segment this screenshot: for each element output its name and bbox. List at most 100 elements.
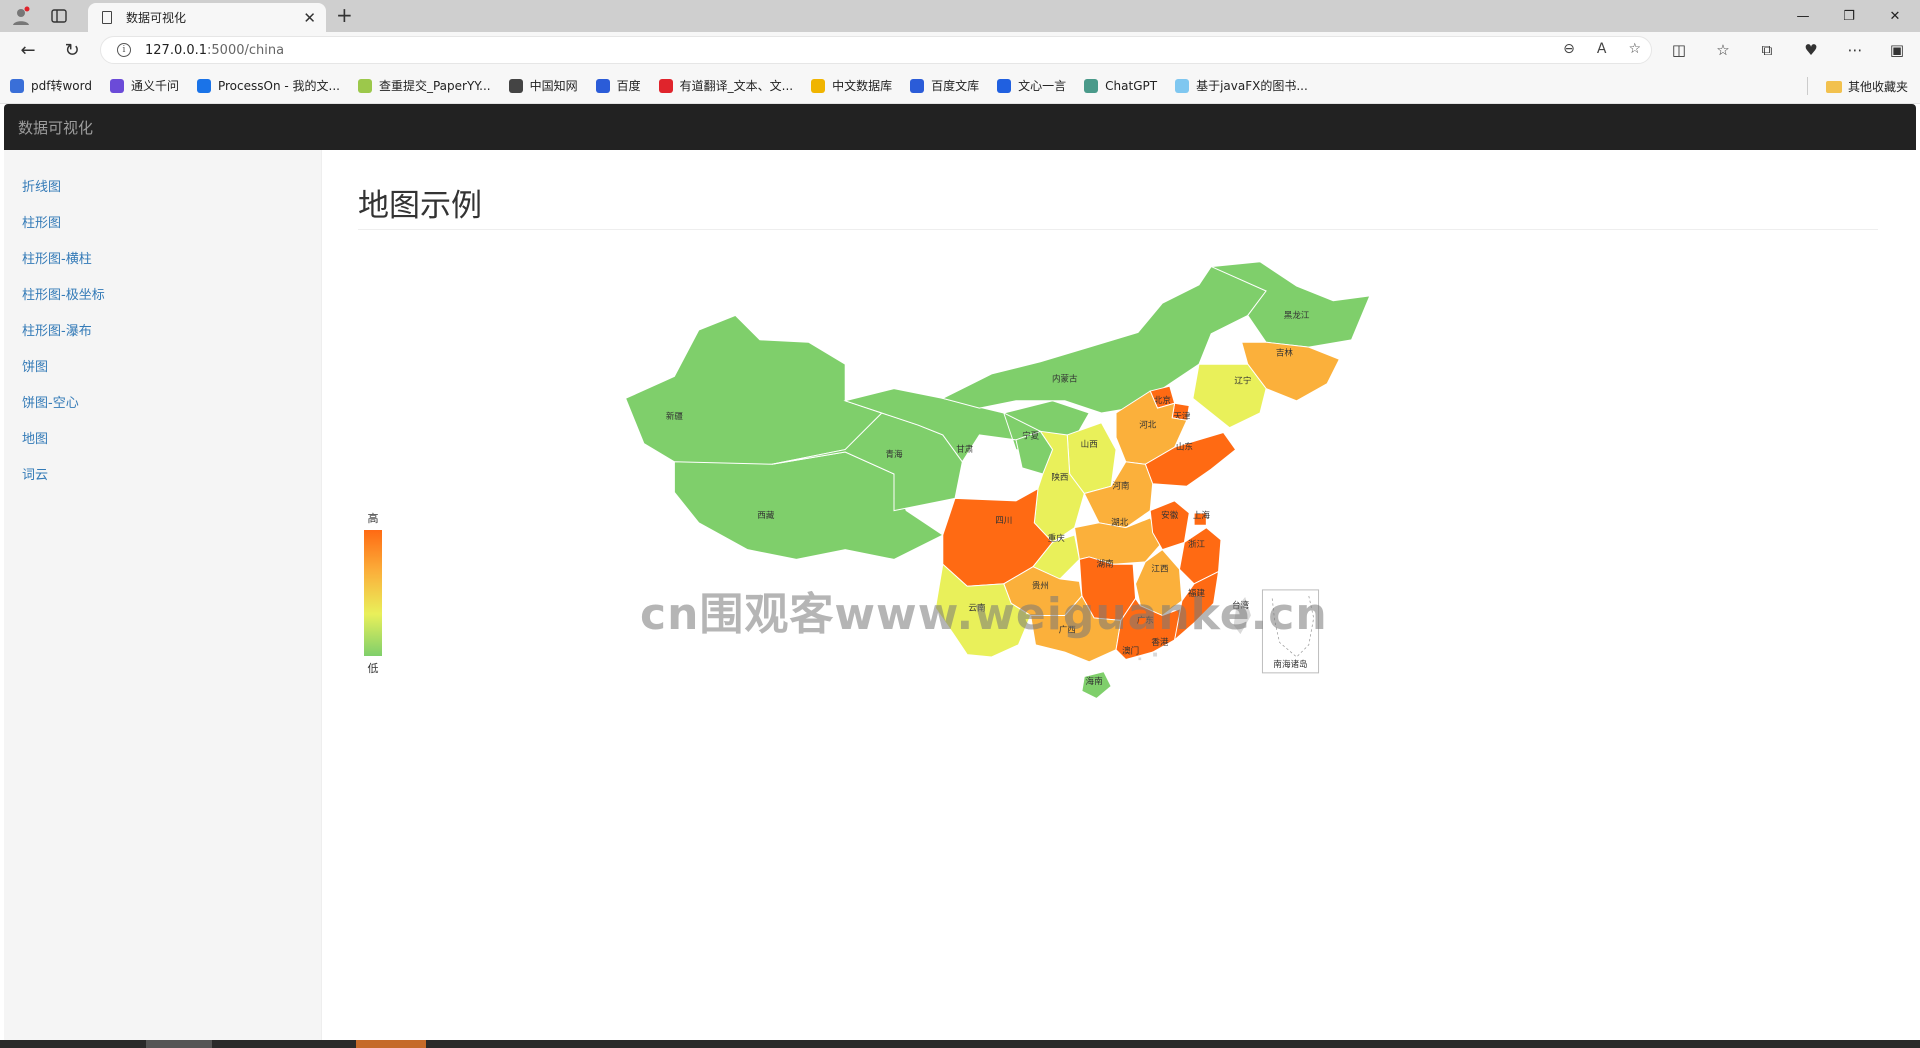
bookmark-item[interactable]: 基于javaFX的图书... bbox=[1175, 77, 1308, 94]
bookmark-item[interactable]: 有道翻译_文本、文... bbox=[658, 77, 794, 94]
minimize-icon[interactable]: — bbox=[1780, 0, 1826, 32]
sidebar-link[interactable]: 柱形图-瀑布 bbox=[4, 314, 321, 350]
map-region-label: 河南 bbox=[1112, 480, 1130, 492]
sidebar-toggle-icon[interactable]: ▣ bbox=[1886, 40, 1908, 60]
china-map-chart[interactable]: 新疆 西藏 青海 甘肃 内蒙古 黑龙江 吉林 辽宁 宁夏 山西 陕西 北京 天津 河北 山东 河南 四川 重庆 湖北… bbox=[322, 230, 1916, 730]
favorites-icon[interactable]: ☆ bbox=[1712, 40, 1734, 60]
sidebar-link[interactable]: 地图 bbox=[4, 422, 321, 458]
visual-map-high-label: 高 bbox=[368, 511, 379, 525]
paperyy-logo-icon bbox=[357, 78, 372, 93]
map-region[interactable] bbox=[1192, 363, 1267, 429]
bookmark-item[interactable]: 中国知网 bbox=[508, 77, 578, 94]
bookmark-label: 有道翻译_文本、文... bbox=[679, 79, 794, 93]
zoom-icon[interactable]: ⊖ bbox=[1563, 41, 1575, 57]
map-region[interactable] bbox=[1152, 651, 1159, 658]
bookmark-item[interactable]: ChatGPT bbox=[1084, 78, 1158, 93]
bookmark-item[interactable]: 百度 bbox=[595, 77, 641, 94]
map-region-label: 湖南 bbox=[1097, 558, 1115, 570]
page-header: 地图示例 bbox=[358, 180, 1878, 230]
map-region-label: 宁夏 bbox=[1022, 430, 1040, 442]
wenxin-logo-icon bbox=[997, 78, 1012, 93]
bookmark-label: pdf转word bbox=[31, 79, 92, 93]
read-aloud-icon[interactable]: A bbox=[1597, 41, 1607, 57]
bookmark-label: ProcessOn - 我的文... bbox=[217, 79, 340, 93]
page-title: 地图示例 bbox=[358, 188, 482, 224]
sidebar-link[interactable]: 饼图-空心 bbox=[4, 386, 321, 422]
address-bar[interactable]: i 127.0.0.1:5000/china ⊖ A ☆ bbox=[100, 36, 1652, 64]
map-region[interactable] bbox=[624, 314, 883, 470]
close-tab-icon[interactable]: ✕ bbox=[303, 9, 316, 27]
map-region-label: 青海 bbox=[885, 448, 903, 460]
bookmark-label: ChatGPT bbox=[1105, 78, 1158, 93]
baidu-wenku-logo-icon bbox=[910, 78, 925, 93]
browser-tab-active[interactable]: 数据可视化 ✕ bbox=[88, 3, 326, 32]
bookmark-label: 文心一言 bbox=[1018, 79, 1067, 93]
map-region-label: 海南 bbox=[1086, 675, 1104, 687]
map-region-label: 山东 bbox=[1176, 441, 1194, 453]
cnki-logo-icon bbox=[508, 78, 523, 93]
pdf-logo-icon bbox=[10, 78, 24, 93]
sidebar-link[interactable]: 柱形图-极坐标 bbox=[4, 278, 321, 314]
sidebar-link[interactable]: 柱形图 bbox=[4, 206, 321, 242]
bookmarks-separator bbox=[1807, 77, 1808, 95]
brand-title[interactable]: 数据可视化 bbox=[18, 117, 93, 138]
more-menu-icon[interactable]: ⋯ bbox=[1844, 40, 1866, 60]
youdao-logo-icon bbox=[658, 78, 673, 93]
map-region-label: 上海 bbox=[1193, 509, 1211, 521]
bookmark-item[interactable]: pdf转word bbox=[10, 77, 92, 94]
restore-icon[interactable]: ❐ bbox=[1826, 0, 1872, 32]
top-navbar: 数据可视化 bbox=[4, 104, 1916, 150]
taskbar-item-active[interactable] bbox=[356, 1040, 426, 1048]
new-tab-icon[interactable]: + bbox=[336, 3, 353, 27]
bookmark-item[interactable]: 通义千问 bbox=[109, 77, 179, 94]
tab-actions-icon[interactable] bbox=[46, 4, 72, 28]
profile-icon[interactable] bbox=[8, 4, 34, 28]
document-icon bbox=[102, 11, 112, 24]
map-region-label: 吉林 bbox=[1276, 347, 1294, 359]
back-arrow-icon[interactable]: ← bbox=[16, 39, 40, 61]
map-region-label: 西藏 bbox=[757, 509, 775, 521]
map-region-label: 四川 bbox=[995, 516, 1012, 526]
web-page: 数据可视化 折线图 柱形图 柱形图-横柱 柱形图-极坐标 柱形图-瀑布 饼图 饼图-空心 地图… bbox=[4, 104, 1916, 1040]
bookmark-label: 通义千问 bbox=[130, 79, 179, 93]
map-region[interactable] bbox=[1137, 656, 1143, 662]
os-taskbar bbox=[0, 1040, 1920, 1048]
address-toolbar: ← ↻ i 127.0.0.1:5000/china ⊖ A ☆ ◫ ☆ ⧉ ♥… bbox=[0, 32, 1920, 68]
collections-icon[interactable]: ⧉ bbox=[1756, 40, 1778, 60]
map-region-label: 澳门 bbox=[1122, 644, 1139, 656]
taskbar-item[interactable] bbox=[146, 1040, 212, 1048]
map-region-label: 江西 bbox=[1151, 564, 1168, 575]
processon-logo-icon bbox=[196, 78, 211, 93]
reload-icon[interactable]: ↻ bbox=[60, 39, 84, 61]
bookmarks-bar: pdf转word 通义千问 ProcessOn - 我的文... 查重提交_Paper… bbox=[0, 68, 1920, 104]
sidebar-link[interactable]: 柱形图-横柱 bbox=[4, 242, 321, 278]
site-info-icon[interactable]: i bbox=[117, 43, 131, 57]
folder-icon bbox=[1825, 80, 1842, 93]
map-region-label: 山西 bbox=[1081, 439, 1098, 450]
bookmark-item[interactable]: 中文数据库 bbox=[811, 77, 892, 94]
bookmark-item[interactable]: 查重提交_PaperYY... bbox=[357, 77, 491, 94]
favorite-star-icon[interactable]: ☆ bbox=[1628, 41, 1641, 57]
close-window-icon[interactable]: ✕ bbox=[1872, 0, 1918, 32]
browser-essentials-icon[interactable]: ♥ bbox=[1800, 40, 1822, 60]
bookmark-item[interactable]: 文心一言 bbox=[997, 77, 1066, 94]
visual-map-bar[interactable] bbox=[364, 530, 382, 656]
bookmark-label: 基于javaFX的图书... bbox=[1196, 79, 1308, 93]
map-region-label: 甘肃 bbox=[956, 443, 974, 455]
map-region-label: 浙江 bbox=[1188, 538, 1206, 550]
map-region-label: 河北 bbox=[1139, 419, 1157, 431]
sidebar-link[interactable]: 折线图 bbox=[4, 170, 321, 206]
map-region-label: 辽宁 bbox=[1234, 375, 1251, 387]
map-region-label: 新疆 bbox=[666, 410, 684, 422]
other-bookmarks-folder[interactable]: 其他收藏夹 bbox=[1825, 78, 1908, 95]
split-screen-icon[interactable]: ◫ bbox=[1668, 40, 1690, 60]
map-region-label: 黑龙江 bbox=[1284, 309, 1310, 321]
bookmark-label: 中文数据库 bbox=[832, 79, 893, 93]
map-region-label: 安徽 bbox=[1161, 509, 1179, 521]
sidebar-link[interactable]: 饼图 bbox=[4, 350, 321, 386]
bookmark-item[interactable]: 百度文库 bbox=[910, 77, 979, 94]
bookmark-item[interactable]: ProcessOn - 我的文... bbox=[196, 77, 340, 94]
browser-tab-bar: 数据可视化 ✕ + — ❐ ✕ bbox=[0, 0, 1920, 32]
map-region-label: 内蒙古 bbox=[1052, 372, 1078, 384]
sidebar-link[interactable]: 词云 bbox=[4, 458, 321, 494]
